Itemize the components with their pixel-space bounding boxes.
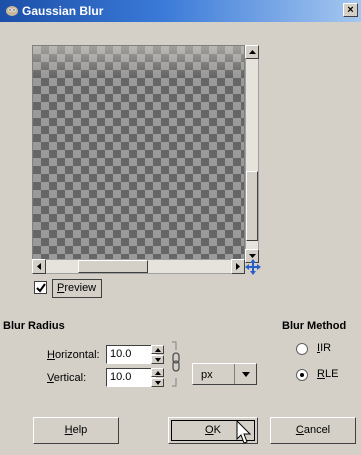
unit-value: px xyxy=(201,369,213,381)
scroll-left-button[interactable] xyxy=(32,259,46,274)
unit-dropdown[interactable]: px xyxy=(192,363,257,385)
arrow-left-icon xyxy=(37,263,41,270)
preview-checkbox[interactable] xyxy=(34,281,47,294)
preview-canvas[interactable] xyxy=(32,45,245,263)
iir-radio[interactable] xyxy=(296,343,308,355)
cancel-button-label-rest: ancel xyxy=(303,424,331,436)
arrow-right-icon xyxy=(236,263,240,270)
vertical-spinner[interactable] xyxy=(151,368,164,387)
unit-dropdown-toggle[interactable] xyxy=(234,364,256,384)
iir-label: IIR xyxy=(317,342,332,354)
ok-button-label-rest: K xyxy=(213,424,221,436)
rle-radio[interactable] xyxy=(296,369,308,381)
arrow-up-icon xyxy=(249,50,256,54)
rle-label: RLE xyxy=(317,368,339,380)
title-bar: Gaussian Blur × xyxy=(0,0,361,22)
horizontal-label: Horizontal: xyxy=(47,349,100,361)
preview-fade xyxy=(33,46,244,76)
cancel-button[interactable]: Cancel xyxy=(270,417,356,444)
horizontal-increment-button[interactable] xyxy=(151,345,164,354)
close-icon: × xyxy=(347,4,354,16)
spin-down-icon xyxy=(155,358,161,362)
scroll-up-button[interactable] xyxy=(245,45,259,59)
preview-horizontal-scrollbar[interactable] xyxy=(32,259,245,274)
window-title: Gaussian Blur xyxy=(22,4,104,18)
help-button[interactable]: Help xyxy=(33,417,119,444)
spin-up-icon xyxy=(155,371,161,375)
mouse-pointer-icon xyxy=(236,420,252,444)
dropdown-arrow-icon xyxy=(242,372,250,377)
scroll-right-button[interactable] xyxy=(231,259,245,274)
vertical-label: Vertical: xyxy=(47,372,87,384)
vertical-decrement-button[interactable] xyxy=(151,378,164,387)
blur-method-title: Blur Method xyxy=(282,320,347,332)
preview-vertical-scrollbar[interactable] xyxy=(245,45,259,263)
chain-link-icon[interactable] xyxy=(170,340,182,388)
help-button-label: H xyxy=(64,424,73,436)
ok-button-label: O xyxy=(205,424,214,436)
navigate-move-icon[interactable] xyxy=(244,258,262,276)
close-button[interactable]: × xyxy=(343,3,358,17)
blur-radius-title: Blur Radius xyxy=(3,320,65,332)
spin-up-icon xyxy=(155,348,161,352)
transparency-checkerboard xyxy=(33,46,244,262)
checkmark-icon xyxy=(36,283,46,293)
vertical-radius-input[interactable]: 10.0 xyxy=(106,368,156,387)
horizontal-spinner[interactable] xyxy=(151,345,164,364)
spin-down-icon xyxy=(155,381,161,385)
preview-label: Preview xyxy=(52,279,103,298)
radio-selected-dot xyxy=(300,373,304,377)
help-button-label-rest: elp xyxy=(72,424,88,436)
vertical-scroll-thumb[interactable] xyxy=(246,171,258,241)
cancel-button-label: C xyxy=(295,424,304,436)
gimp-icon xyxy=(6,6,18,16)
horizontal-decrement-button[interactable] xyxy=(151,355,164,364)
vertical-increment-button[interactable] xyxy=(151,368,164,377)
horizontal-scroll-thumb[interactable] xyxy=(78,260,148,273)
horizontal-radius-input[interactable]: 10.0 xyxy=(106,345,156,364)
